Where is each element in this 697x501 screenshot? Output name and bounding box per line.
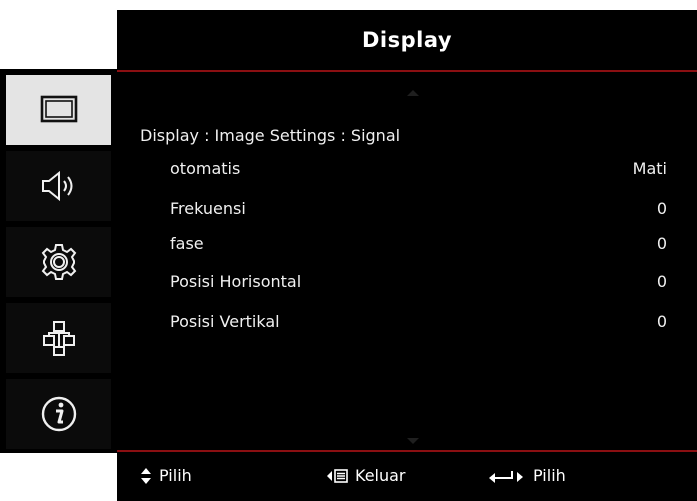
setting-label: Frekuensi (170, 198, 246, 218)
settings-panel: Display : Image Settings : Signal otomat… (117, 72, 697, 450)
setting-row-posisi-vertikal[interactable]: Posisi Vertikal 0 (170, 308, 667, 334)
setting-label: Posisi Vertikal (170, 311, 280, 331)
menu-back-icon (327, 468, 348, 483)
tab-display[interactable] (6, 75, 111, 145)
hint-exit-label: Keluar (355, 466, 406, 485)
enter-key-icon (489, 470, 523, 483)
tab-network[interactable] (6, 303, 111, 373)
hint-enter: Pilih (488, 466, 566, 485)
display-icon (40, 95, 77, 123)
up-down-arrows-icon (141, 467, 151, 484)
hint-enter-label: Pilih (533, 466, 566, 485)
hint-exit: Keluar (326, 466, 406, 485)
hint-navigate-label: Pilih (159, 466, 192, 485)
setting-row-fase[interactable]: fase 0 (170, 230, 667, 256)
gear-icon (41, 244, 76, 280)
setting-row-posisi-horisontal[interactable]: Posisi Horisontal 0 (170, 268, 667, 294)
info-icon (41, 396, 76, 432)
tab-audio[interactable] (6, 151, 111, 221)
tab-setup[interactable] (6, 227, 111, 297)
setting-label: otomatis (170, 158, 241, 178)
page-title: Display (361, 28, 453, 52)
setting-label: fase (170, 233, 204, 253)
scroll-down-arrow-icon[interactable] (407, 438, 419, 444)
setting-value: 0 (656, 271, 667, 291)
setting-value: 0 (656, 233, 667, 253)
setting-value: 0 (656, 311, 667, 331)
setting-row-frekuensi[interactable]: Frekuensi 0 (170, 195, 667, 221)
osd-panel: Display Display : Image Settings : Signa… (117, 10, 697, 501)
tab-info[interactable] (6, 379, 111, 449)
setting-label: Posisi Horisontal (170, 271, 302, 291)
menu-sidebar (0, 69, 117, 453)
footer-hints: Pilih Keluar Pilih (117, 452, 697, 501)
setting-value: Mati (632, 158, 667, 178)
breadcrumb: Display : Image Settings : Signal (140, 126, 401, 145)
scroll-up-arrow-icon[interactable] (407, 90, 419, 96)
speaker-icon (41, 170, 72, 202)
hint-navigate: Pilih (140, 466, 192, 485)
network-icon (42, 321, 75, 356)
setting-value: 0 (656, 198, 667, 218)
setting-row-otomatis[interactable]: otomatis Mati (170, 155, 667, 181)
